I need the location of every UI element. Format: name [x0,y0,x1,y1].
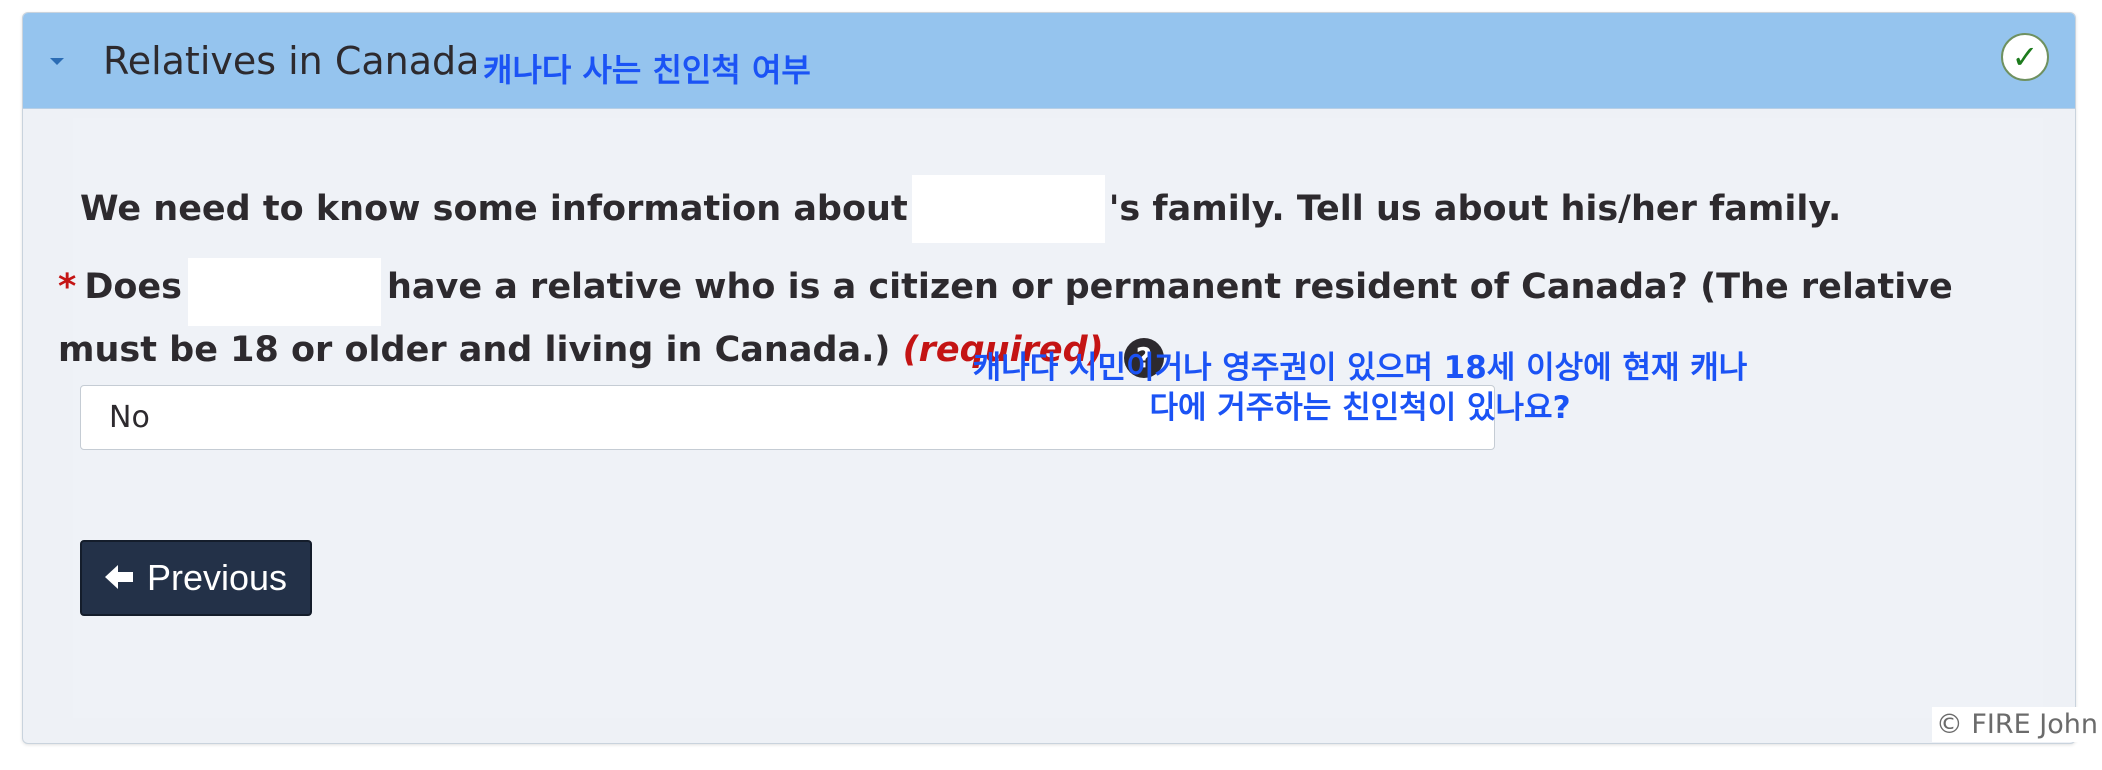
intro-text-after: 's family. Tell us about his/her family. [1108,189,1842,229]
question-annotation: 캐나다 시민이거나 영주권이 있으며 18세 이상에 현재 캐나 다에 거주하는… [960,348,1760,428]
check-icon: ✓ [2001,33,2049,81]
title-annotation: 캐나다 사는 친인척 여부 [483,51,811,89]
panel-title: Relatives in Canada [103,39,480,83]
selected-value: No [109,400,150,435]
caret-down-icon[interactable] [50,58,64,65]
previous-button[interactable]: Previous [80,540,312,616]
arrow-left-icon [104,557,135,599]
redacted-name [187,258,381,326]
previous-button-label: Previous [146,557,288,598]
question-annotation-line1: 캐나다 시민이거나 영주권이 있으며 18세 이상에 현재 캐나 [972,350,1748,386]
copyright-watermark: © FIRE John [1931,707,2102,742]
redacted-name [911,175,1105,243]
intro-text: We need to know some information about '… [80,175,1841,243]
required-asterisk: * [58,267,77,307]
question-prefix: Does [84,267,182,307]
intro-text-before: We need to know some information about [80,189,908,229]
question-annotation-line2: 다에 거주하는 친인척이 있나요? [1149,390,1571,426]
panel-header[interactable]: Relatives in Canada 캐나다 사는 친인척 여부 ✓ [23,13,2075,109]
